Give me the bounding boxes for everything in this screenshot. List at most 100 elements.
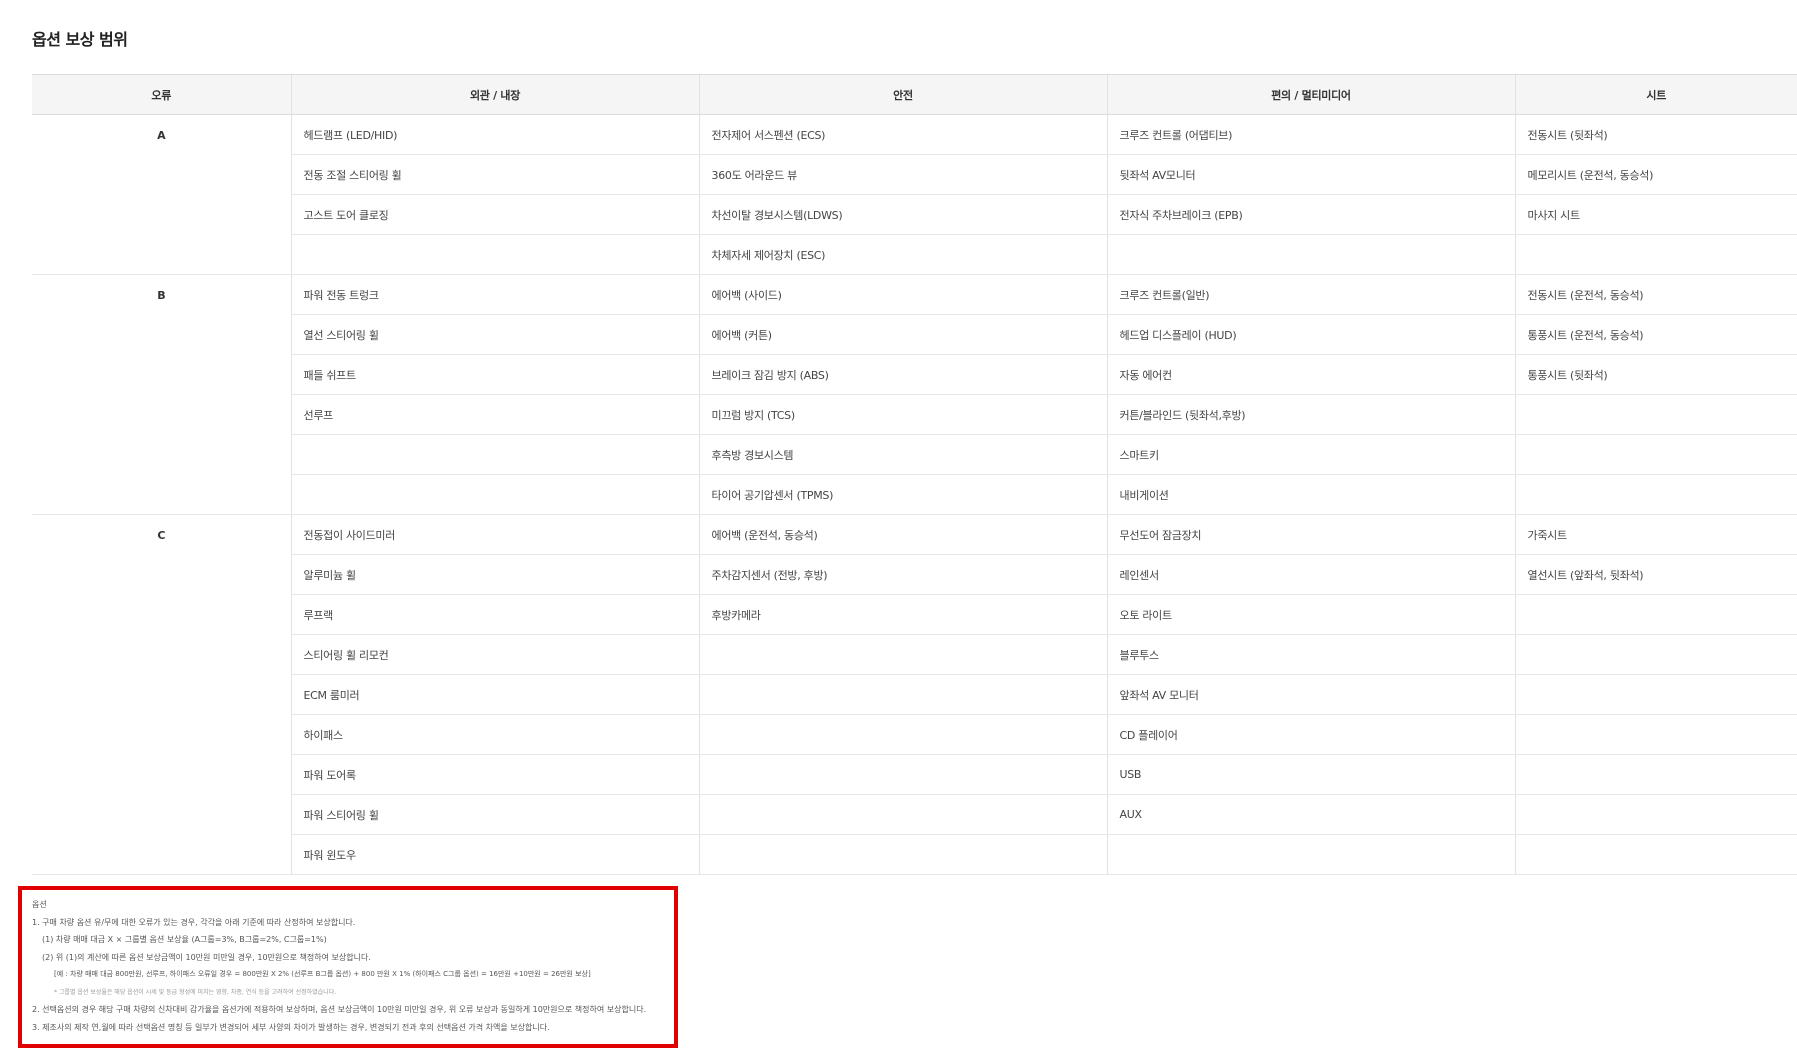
table-cell — [1514, 594, 1797, 635]
table-cell — [1514, 394, 1797, 435]
notes-box: 옵션 1. 구매 차량 옵션 유/무에 대한 오류가 있는 경우, 각각을 아래… — [18, 886, 678, 1048]
table-cell: 블루투스 — [1106, 634, 1515, 675]
table-cell: 파워 스티어링 휠 — [290, 794, 699, 835]
table-cell: 크루즈 컨트롤 (어댑티브) — [1106, 114, 1515, 155]
grade-cell: C — [32, 514, 291, 875]
table-cell — [1106, 234, 1515, 275]
table-cell: 파워 도어록 — [290, 754, 699, 795]
table-cell — [1514, 234, 1797, 275]
table-cell: 전동시트 (운전석, 동승석) — [1514, 274, 1797, 315]
table-cell: 전자식 주차브레이크 (EPB) — [1106, 194, 1515, 235]
notes-example: [예 : 차량 매매 대금 800만원, 선루프, 하이패스 오류일 경우 = … — [54, 970, 591, 978]
table-row: 후측방 경보시스템 스마트키 — [32, 434, 1797, 475]
notes-line-1: 1. 구매 차량 옵션 유/무에 대한 오류가 있는 경우, 각각을 아래 기준… — [32, 917, 356, 927]
table-cell: 통풍시트 (운전석, 동승석) — [1514, 314, 1797, 355]
table-cell: 열선 스티어링 휠 — [290, 314, 699, 355]
table-cell — [1514, 434, 1797, 475]
table-cell: 스마트키 — [1106, 434, 1515, 475]
table-cell: 알루미늄 휠 — [290, 554, 699, 595]
table-cell — [1514, 674, 1797, 715]
table-row: 하이패스 CD 플레이어 — [32, 714, 1797, 755]
table-cell: 크루즈 컨트롤(일반) — [1106, 274, 1515, 315]
table-row: ECM 룸미러 앞좌석 AV 모니터 — [32, 674, 1797, 715]
table-cell — [1106, 834, 1515, 875]
table-row: 루프랙 후방카메라 오토 라이트 — [32, 594, 1797, 635]
table-cell: ECM 룸미러 — [290, 674, 699, 715]
header-grade: 오류 — [32, 74, 291, 115]
table-cell: 차선이탈 경보시스템(LDWS) — [698, 194, 1107, 235]
table-cell: 전동 조절 스티어링 휠 — [290, 154, 699, 195]
table-cell — [1514, 474, 1797, 515]
table-cell: 전동접이 사이드미러 — [290, 514, 699, 555]
table-cell: 스티어링 휠 리모컨 — [290, 634, 699, 675]
table-cell: 미끄럼 방지 (TCS) — [698, 394, 1107, 435]
notes-heading: 옵션 — [32, 900, 47, 909]
table-cell — [1514, 834, 1797, 875]
table-cell: 자동 에어컨 — [1106, 354, 1515, 395]
table-row: A 헤드램프 (LED/HID) 전자제어 서스펜션 (ECS) 크루즈 컨트롤 (어… — [32, 114, 1797, 275]
table-row: 타이어 공기압센서 (TPMS) 내비게이션 — [32, 474, 1797, 515]
table-cell: 파워 전동 트렁크 — [290, 274, 699, 315]
table-cell: 앞좌석 AV 모니터 — [1106, 674, 1515, 715]
table-cell: 가죽시트 — [1514, 514, 1797, 555]
table-cell — [698, 634, 1107, 675]
table-header-row: 오류 외관 / 내장 안전 편의 / 멀티미디어 시트 — [32, 74, 1797, 115]
table-cell — [698, 674, 1107, 715]
grade-cell: B — [32, 274, 291, 515]
page-title: 옵션 보상 범위 — [32, 30, 128, 49]
table-cell: 전자제어 서스펜션 (ECS) — [698, 114, 1107, 155]
table-cell: 전동시트 (뒷좌석) — [1514, 114, 1797, 155]
table-cell: 헤드업 디스플레이 (HUD) — [1106, 314, 1515, 355]
table-row: 파워 도어록 USB — [32, 754, 1797, 795]
grade-cell: A — [32, 114, 291, 275]
table-cell: 뒷좌석 AV모니터 — [1106, 154, 1515, 195]
table-cell: 레인센서 — [1106, 554, 1515, 595]
table-cell — [1514, 714, 1797, 755]
table-row: 차체자세 제어장치 (ESC) — [32, 234, 1797, 275]
table-cell: 고스트 도어 클로징 — [290, 194, 699, 235]
table-row: 파워 윈도우 — [32, 834, 1797, 875]
table-row: 열선 스티어링 휠 에어백 (커튼) 헤드업 디스플레이 (HUD) 통풍시트 (운전… — [32, 314, 1797, 355]
table-cell: 하이패스 — [290, 714, 699, 755]
table-cell — [1514, 794, 1797, 835]
table-cell: CD 플레이어 — [1106, 714, 1515, 755]
table-cell: 차체자세 제어장치 (ESC) — [698, 234, 1107, 275]
table-cell: 후방카메라 — [698, 594, 1107, 635]
table-row: 고스트 도어 클로징 차선이탈 경보시스템(LDWS) 전자식 주차브레이크 (EP… — [32, 194, 1797, 235]
table-cell: 주차감지센서 (전방, 후방) — [698, 554, 1107, 595]
notes-line-1-1: (1) 차량 매매 대금 X × 그룹별 옵션 보상율 (A그룹=3%, B그룹… — [42, 935, 327, 944]
table-cell: 통풍시트 (뒷좌석) — [1514, 354, 1797, 395]
table-cell: 마사지 시트 — [1514, 194, 1797, 235]
table-cell — [698, 754, 1107, 795]
table-cell: 내비게이션 — [1106, 474, 1515, 515]
table-cell: AUX — [1106, 794, 1515, 835]
table-cell — [698, 834, 1107, 875]
table-cell: 커튼/블라인드 (뒷좌석,후방) — [1106, 394, 1515, 435]
table-cell — [290, 434, 699, 475]
table-cell — [698, 794, 1107, 835]
table-cell: 타이어 공기압센서 (TPMS) — [698, 474, 1107, 515]
notes-footnote: * 그룹별 옵션 보상율은 해당 옵션이 시세 및 등급 형성에 미치는 영향,… — [54, 988, 337, 996]
header-convenience-multimedia: 편의 / 멀티미디어 — [1106, 74, 1515, 115]
table-cell: 열선시트 (앞좌석, 뒷좌석) — [1514, 554, 1797, 595]
table-cell: 루프랙 — [290, 594, 699, 635]
table-row: 스티어링 휠 리모컨 블루투스 — [32, 634, 1797, 675]
table-body: A 헤드램프 (LED/HID) 전자제어 서스펜션 (ECS) 크루즈 컨트롤 (어… — [32, 114, 1797, 875]
table-cell: 선루프 — [290, 394, 699, 435]
table-cell: 메모리시트 (운전석, 동승석) — [1514, 154, 1797, 195]
notes-line-1-2: (2) 위 (1)의 계산에 따른 옵션 보상금액이 10만원 미만일 경우, … — [42, 952, 371, 962]
table-row: 알루미늄 휠 주차감지센서 (전방, 후방) 레인센서 열선시트 (앞좌석, 뒷좌석) — [32, 554, 1797, 595]
table-row: 선루프 미끄럼 방지 (TCS) 커튼/블라인드 (뒷좌석,후방) — [32, 394, 1797, 435]
table-cell: 오토 라이트 — [1106, 594, 1515, 635]
table-cell: 무선도어 잠금장치 — [1106, 514, 1515, 555]
table-cell: USB — [1106, 754, 1515, 795]
table-cell: 에어백 (운전석, 동승석) — [698, 514, 1107, 555]
header-exterior-interior: 외관 / 내장 — [290, 74, 699, 115]
table-cell: 파워 윈도우 — [290, 834, 699, 875]
table-cell: 360도 어라운드 뷰 — [698, 154, 1107, 195]
table-row: 패들 쉬프트 브레이크 잠김 방지 (ABS) 자동 에어컨 통풍시트 (뒷좌석) — [32, 354, 1797, 395]
table-row: C 전동접이 사이드미러 에어백 (운전석, 동승석) 무선도어 잠금장치 가죽시트 — [32, 514, 1797, 875]
header-seat: 시트 — [1514, 74, 1797, 115]
table-cell: 패들 쉬프트 — [290, 354, 699, 395]
table-cell — [290, 474, 699, 515]
